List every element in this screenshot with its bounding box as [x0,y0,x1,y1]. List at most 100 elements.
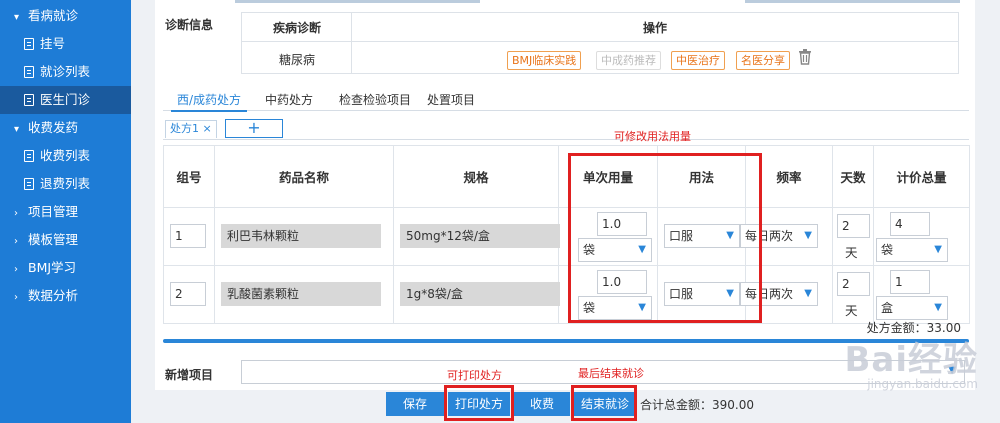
sidebar-item-charge-list[interactable]: 收费列表 [0,142,131,170]
document-icon [24,178,34,190]
sidebar-item-label: 退费列表 [40,176,91,191]
new-item-label: 新增项目 [165,368,214,382]
print-prescription-button[interactable]: 打印处方 [448,392,510,416]
tcm-recommend-button[interactable]: 中成药推荐 [596,51,661,70]
sidebar: ▾ 看病就诊 挂号 就诊列表 医生门诊 ▾ 收费发药 收费列表 退费列表 › 项目管理… [0,0,131,423]
usage-value: 口服 [669,287,694,301]
quantity-input[interactable]: 4 [890,212,930,236]
dose-unit-select[interactable]: 袋 ▼ [578,296,652,320]
drug-name-field: 乳酸菌素颗粒 [221,282,381,306]
prescription-type-tabs: 西/成药处方 中药处方 检查检验项目 处置项目 [163,89,969,112]
frequency-select[interactable]: 每日两次 ▼ [740,224,818,248]
tab-western-medicine[interactable]: 西/成药处方 [170,91,248,112]
quantity-unit-select[interactable]: 袋 ▼ [876,238,948,262]
watermark: Bai经验 jingyan.baidu.com [844,332,978,391]
document-icon [24,38,34,50]
annotation-print: 可打印处方 [447,369,502,382]
group-input[interactable]: 1 [170,224,206,248]
table-header-row: 组号 药品名称 规格 单次用量 用法 频率 天数 计价总量 [163,145,970,208]
days-input[interactable]: 2 [837,272,870,296]
tcm-treatment-button[interactable]: 中医治疗 [671,51,725,70]
annotation-modify-dosage: 可修改用法用量 [614,130,691,143]
usage-select[interactable]: 口服 ▼ [664,224,740,248]
sidebar-item-label: 模板管理 [28,232,79,247]
chevron-right-icon: › [14,208,18,219]
group-input[interactable]: 2 [170,282,206,306]
sidebar-group-analytics[interactable]: › 数据分析 [0,282,131,310]
sidebar-item-label: 医生门诊 [40,92,91,107]
sidebar-group-projects[interactable]: › 项目管理 [0,198,131,226]
bmj-practice-button[interactable]: BMJ临床实践 [507,51,582,70]
chevron-right-icon: › [14,236,18,247]
document-icon [24,150,34,162]
col-usage: 用法 [657,145,746,208]
sidebar-item-doctor-clinic[interactable]: 医生门诊 [0,86,131,114]
sidebar-group-bmj[interactable]: › BMJ学习 [0,254,131,282]
frequency-value: 每日两次 [745,287,794,301]
chevron-right-icon: › [14,264,18,275]
charge-button[interactable]: 收费 [514,392,570,416]
save-button[interactable]: 保存 [386,392,444,416]
chevron-right-icon: › [14,292,18,303]
sidebar-item-register[interactable]: 挂号 [0,30,131,58]
watermark-brand: Bai经验 [844,340,978,380]
main-content: 诊断信息 疾病诊断 操作 糖尿病 BMJ临床实践 中成药推荐 中医治疗 名医分享… [131,0,1000,423]
chevron-down-icon: ▼ [638,244,646,255]
sidebar-item-refund-list[interactable]: 退费列表 [0,170,131,198]
sidebar-group-consult[interactable]: ▾ 看病就诊 [0,2,131,30]
diagnosis-col-actions: 操作 [642,21,667,35]
chevron-down-icon: ▼ [804,288,812,299]
cell-quantity: 1 盒 ▼ [873,265,970,324]
quantity-unit-value: 袋 [881,243,894,257]
dose-input[interactable]: 1.0 [597,212,647,236]
dose-input[interactable]: 1.0 [597,270,647,294]
cell-usage: 口服 ▼ [657,207,746,266]
drug-table: 组号 药品名称 规格 单次用量 用法 频率 天数 计价总量 1 利巴韦林颗粒 5… [163,145,970,324]
col-days: 天数 [832,145,874,208]
document-icon [24,94,34,106]
top-tab-indicator [745,0,960,3]
days-input[interactable]: 2 [837,214,870,238]
frequency-select[interactable]: 每日两次 ▼ [740,282,818,306]
add-prescription-button[interactable]: + [225,119,283,138]
tab-chinese-medicine[interactable]: 中药处方 [265,91,313,108]
tab-prescription-1[interactable]: 处方1 × [165,120,217,138]
dose-unit-value: 袋 [583,301,596,315]
chevron-down-icon: ▼ [934,244,942,255]
col-frequency: 频率 [745,145,833,208]
trash-icon[interactable] [798,49,812,65]
usage-select[interactable]: 口服 ▼ [664,282,740,306]
sidebar-group-templates[interactable]: › 模板管理 [0,226,131,254]
col-dose: 单次用量 [558,145,658,208]
expert-share-button[interactable]: 名医分享 [736,51,790,70]
dose-unit-select[interactable]: 袋 ▼ [578,238,652,262]
col-spec: 规格 [393,145,559,208]
cell-usage: 口服 ▼ [657,265,746,324]
days-unit: 天 [845,245,858,260]
sidebar-item-visit-list[interactable]: 就诊列表 [0,58,131,86]
table-row: 1 利巴韦林颗粒 50mg*12袋/盒 1.0 袋 ▼ 口服 ▼ 每日两次 ▼ 2 … [163,207,970,266]
tab-lab-tests[interactable]: 检查检验项目 [339,91,411,108]
cell-group: 1 [163,207,215,266]
quantity-unit-select[interactable]: 盒 ▼ [876,296,948,320]
chevron-down-icon: ▼ [804,230,812,241]
sidebar-item-label: 项目管理 [28,204,79,219]
chevron-down-icon: ▾ [14,12,20,23]
sidebar-item-label: 看病就诊 [28,8,79,23]
quantity-input[interactable]: 1 [890,270,930,294]
cell-group: 2 [163,265,215,324]
diagnosis-section-label: 诊断信息 [165,18,214,32]
finish-visit-button[interactable]: 结束就诊 [574,392,636,416]
chevron-down-icon: ▼ [638,302,646,313]
cell-dose: 1.0 袋 ▼ [558,207,658,266]
cell-spec: 50mg*12袋/盒 [393,207,560,266]
grand-total: 合计总金额：390.00 [640,398,754,412]
col-drug-name: 药品名称 [214,145,394,208]
cell-drug-name: 利巴韦林颗粒 [214,207,394,266]
cell-spec: 1g*8袋/盒 [393,265,560,324]
tab-procedures[interactable]: 处置项目 [427,91,475,108]
sidebar-group-charge[interactable]: ▾ 收费发药 [0,114,131,142]
cell-days: 2 天 [832,207,874,266]
spec-field: 1g*8袋/盒 [400,282,560,306]
sidebar-item-label: 收费列表 [40,148,91,163]
